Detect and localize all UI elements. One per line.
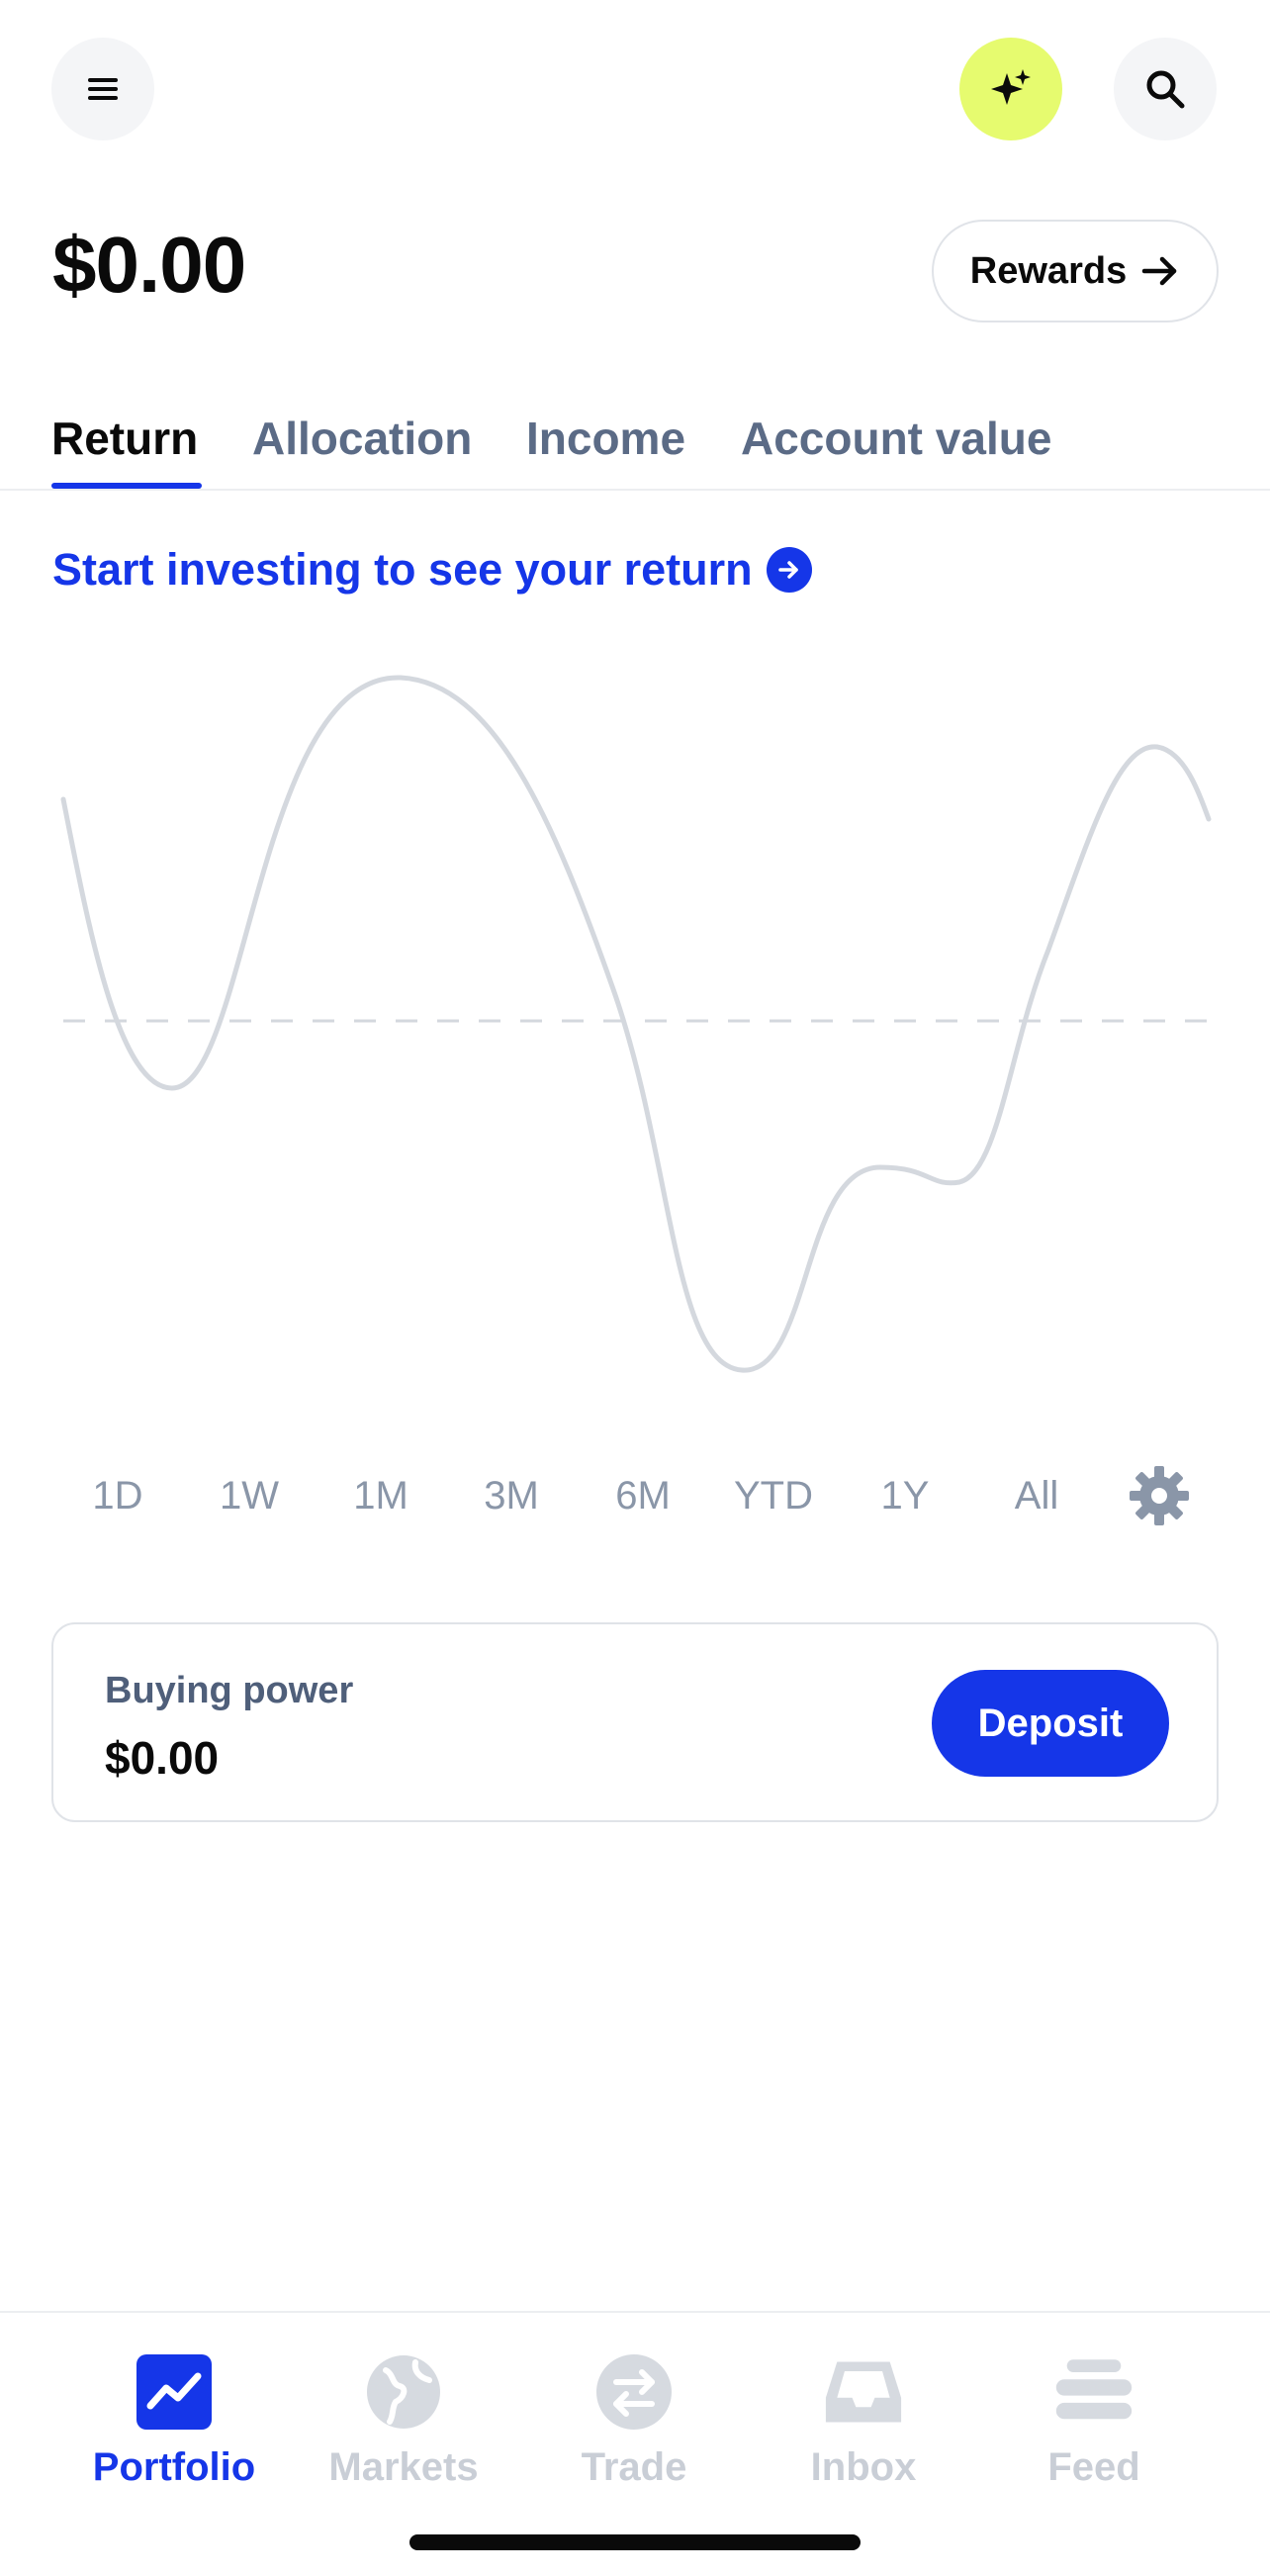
range-6m[interactable]: 6M [584, 1474, 702, 1518]
range-1w[interactable]: 1W [190, 1474, 309, 1518]
arrow-right-icon [1141, 256, 1177, 286]
nav-trade[interactable]: Trade [519, 2352, 749, 2490]
buying-power-value: $0.00 [105, 1732, 220, 1784]
range-ytd[interactable]: YTD [714, 1474, 833, 1518]
feed-stack-icon [1054, 2352, 1134, 2432]
tab-income[interactable]: Income [526, 412, 685, 465]
rewards-label: Rewards [969, 249, 1128, 292]
range-1d[interactable]: 1D [58, 1474, 177, 1518]
deposit-button[interactable]: Deposit [932, 1670, 1169, 1777]
nav-markets-label: Markets [328, 2445, 479, 2489]
nav-feed[interactable]: Feed [979, 2352, 1209, 2490]
nav-inbox[interactable]: Inbox [749, 2352, 978, 2490]
inbox-tray-icon [824, 2352, 903, 2432]
home-indicator [409, 2534, 861, 2550]
nav-inbox-label: Inbox [810, 2445, 917, 2489]
globe-icon [364, 2352, 443, 2432]
nav-portfolio-label: Portfolio [92, 2445, 256, 2489]
tab-return[interactable]: Return [51, 412, 198, 465]
start-investing-link[interactable]: Start investing to see your return [52, 544, 812, 596]
portfolio-tabs: Return Allocation Income Account value [0, 396, 1270, 491]
nav-trade-label: Trade [581, 2445, 687, 2489]
range-all[interactable]: All [977, 1474, 1096, 1518]
search-icon [1146, 70, 1185, 109]
active-tab-indicator [51, 483, 202, 489]
arrow-circle-right-icon [766, 547, 812, 593]
tab-account-value[interactable]: Account value [741, 412, 1051, 465]
sparkles-icon [991, 69, 1031, 105]
portfolio-chart-icon [135, 2352, 214, 2432]
range-1m[interactable]: 1M [321, 1474, 440, 1518]
menu-button[interactable] [51, 38, 154, 140]
placeholder-line [60, 675, 1212, 1373]
rewards-button[interactable]: Rewards [932, 220, 1219, 322]
range-1y[interactable]: 1Y [846, 1474, 964, 1518]
start-investing-text: Start investing to see your return [52, 544, 753, 595]
time-range-selector: 1D 1W 1M 3M 6M YTD 1Y All [0, 1464, 1270, 1533]
range-3m[interactable]: 3M [452, 1474, 571, 1518]
buying-power-label: Buying power [105, 1670, 354, 1711]
nav-feed-label: Feed [1047, 2445, 1140, 2489]
portfolio-balance: $0.00 [52, 221, 246, 309]
search-button[interactable] [1114, 38, 1217, 140]
swap-arrows-icon [594, 2352, 674, 2432]
nav-markets[interactable]: Markets [289, 2352, 518, 2490]
tab-allocation[interactable]: Allocation [252, 412, 472, 465]
gear-icon[interactable] [1128, 1464, 1191, 1527]
hamburger-icon [88, 78, 118, 100]
nav-portfolio[interactable]: Portfolio [59, 2352, 289, 2490]
ai-assistant-button[interactable] [959, 38, 1062, 140]
placeholder-return-chart [60, 675, 1212, 1373]
buying-power-card: Buying power $0.00 Deposit [51, 1622, 1219, 1822]
